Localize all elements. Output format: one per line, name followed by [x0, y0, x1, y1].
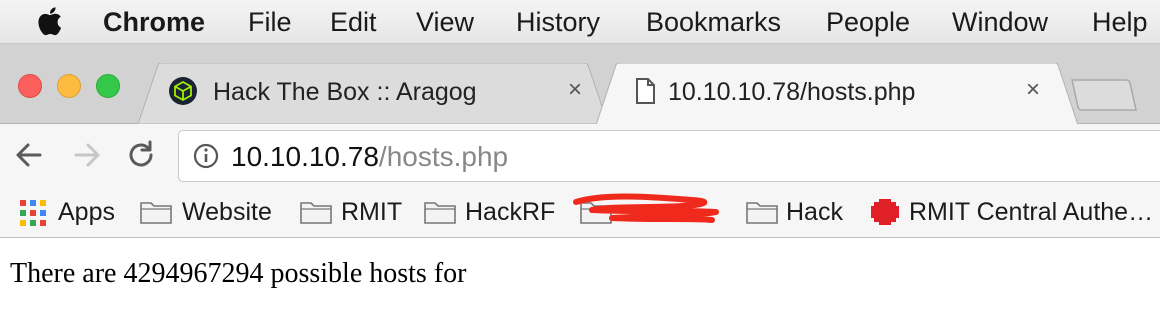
- redaction-scribble: [573, 193, 719, 223]
- folder-icon: [424, 202, 456, 224]
- page-icon: [636, 78, 655, 104]
- folder-icon: [746, 202, 778, 224]
- bookmark-folder-redacted[interactable]: [573, 193, 728, 228]
- bookmark-label: HackRF: [465, 198, 556, 226]
- new-tab-button[interactable]: [1068, 78, 1140, 112]
- bookmark-label: RMIT: [341, 198, 403, 226]
- menu-history[interactable]: History: [516, 7, 600, 37]
- url-host: 10.10.10.78: [231, 141, 379, 172]
- window-close-button[interactable]: [18, 74, 42, 98]
- reload-icon[interactable]: [124, 138, 158, 172]
- back-arrow-icon[interactable]: [12, 138, 46, 172]
- window-minimize-button[interactable]: [57, 74, 81, 98]
- menu-file[interactable]: File: [248, 7, 292, 37]
- menu-bar: Chrome File Edit View History Bookmarks …: [0, 0, 1160, 44]
- bookmark-label: Website: [182, 198, 272, 226]
- tab-title: Hack The Box :: Aragog: [213, 78, 477, 106]
- url-text: 10.10.10.78/hosts.php: [231, 141, 508, 173]
- hackthebox-cube-icon: [169, 77, 197, 105]
- tab-hackthebox[interactable]: Hack The Box :: Aragog ×: [138, 63, 608, 124]
- tab-close-button[interactable]: ×: [568, 75, 582, 105]
- tab-title: 10.10.10.78/hosts.php: [668, 78, 916, 106]
- menu-window[interactable]: Window: [952, 7, 1048, 37]
- folder-icon: [300, 202, 332, 224]
- menu-people[interactable]: People: [826, 7, 910, 37]
- info-icon[interactable]: [193, 143, 219, 169]
- menu-chrome[interactable]: Chrome: [103, 7, 205, 37]
- menu-edit[interactable]: Edit: [330, 7, 377, 37]
- bookmark-label: Apps: [58, 198, 115, 226]
- hosts-text: There are 4294967294 possible hosts for: [10, 258, 467, 289]
- rmit-pixel-icon: [871, 199, 899, 225]
- url-path: /hosts.php: [378, 141, 509, 172]
- tab-hosts-php[interactable]: 10.10.10.78/hosts.php ×: [596, 63, 1078, 125]
- bookmarks-bar: Apps Website RMIT HackRF Hack RMIT Centr…: [0, 188, 1160, 238]
- folder-icon: [140, 202, 172, 224]
- menu-bookmarks[interactable]: Bookmarks: [646, 7, 781, 37]
- apps-grid-icon: [20, 200, 46, 226]
- apple-icon[interactable]: [36, 6, 62, 36]
- forward-arrow-icon[interactable]: [70, 138, 104, 172]
- bookmark-label: RMIT Central Authe…: [909, 198, 1154, 226]
- address-bar[interactable]: 10.10.10.78/hosts.php: [178, 130, 1160, 182]
- menu-view[interactable]: View: [416, 7, 474, 37]
- menu-help[interactable]: Help: [1092, 7, 1148, 37]
- window-zoom-button[interactable]: [96, 74, 120, 98]
- bookmark-label: Hack: [786, 198, 843, 226]
- page-content: There are 4294967294 possible hosts for: [0, 238, 1160, 332]
- tab-close-button[interactable]: ×: [1026, 75, 1040, 105]
